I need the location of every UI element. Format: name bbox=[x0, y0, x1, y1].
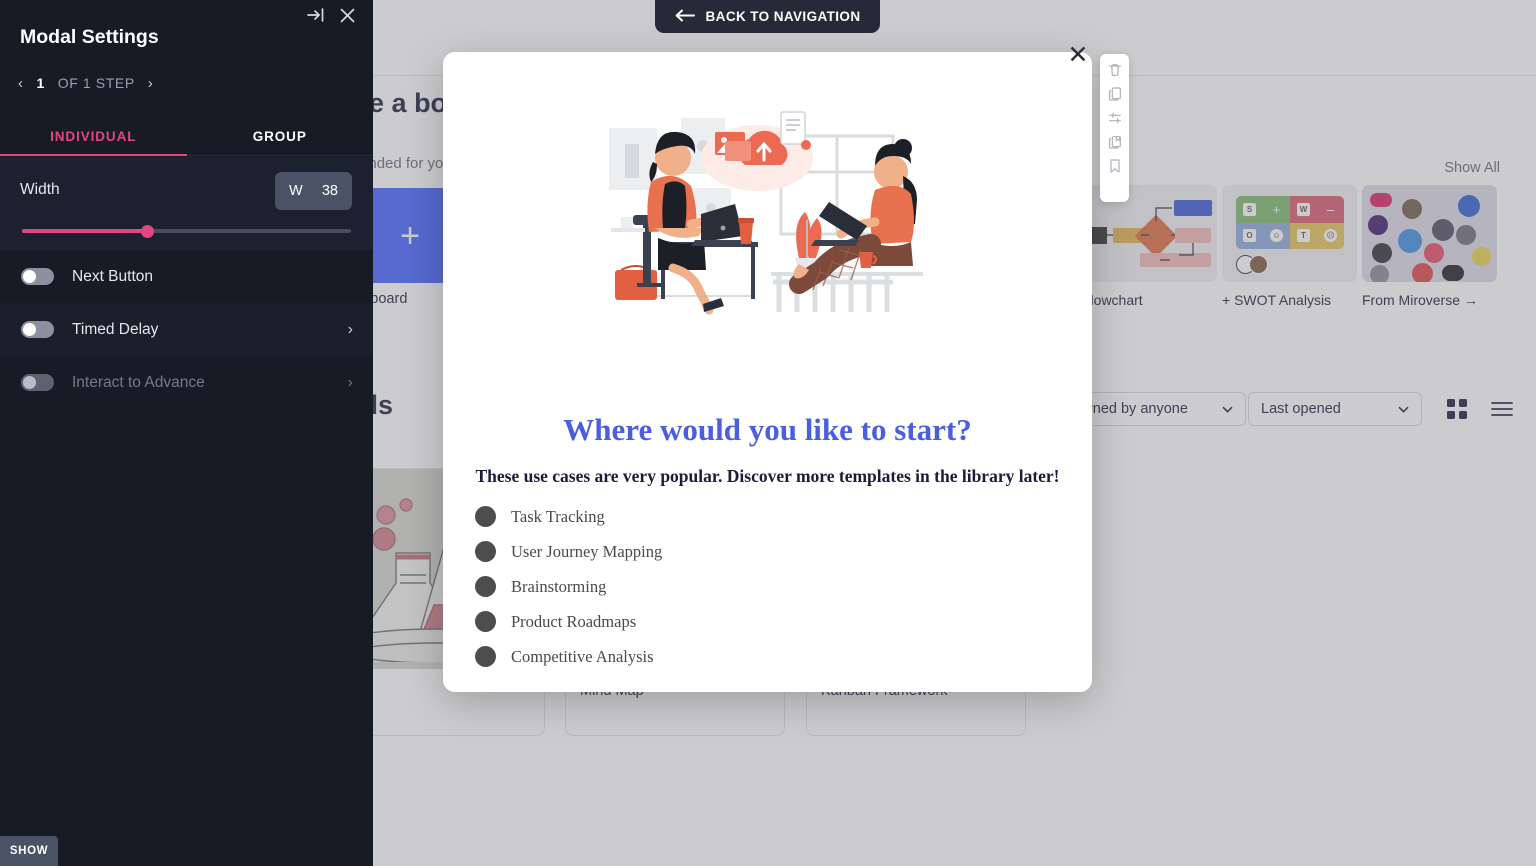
close-panel-icon[interactable] bbox=[340, 8, 357, 25]
timed-delay-toggle[interactable] bbox=[21, 321, 54, 338]
use-case-option-list: Task Tracking User Journey Mapping Brain… bbox=[475, 499, 1060, 674]
prev-step-button[interactable]: ‹ bbox=[18, 76, 24, 91]
radio-dot-icon[interactable] bbox=[475, 646, 496, 667]
use-case-label: Product Roadmaps bbox=[511, 611, 637, 631]
tab-label: INDIVIDUAL bbox=[50, 129, 137, 144]
plus-icon: + bbox=[400, 216, 420, 255]
panel-header-actions bbox=[307, 8, 357, 25]
use-case-option[interactable]: Product Roadmaps bbox=[475, 604, 1060, 639]
back-to-navigation-label: BACK TO NAVIGATION bbox=[705, 9, 861, 24]
width-unit-label: W bbox=[289, 183, 303, 199]
radio-dot-icon[interactable] bbox=[475, 506, 496, 527]
swot-grid: S + W – O ☺ T ☹ bbox=[1236, 196, 1344, 249]
width-label: Width bbox=[20, 181, 60, 198]
radio-dot-icon[interactable] bbox=[475, 611, 496, 632]
modal-heading: Where would you like to start? bbox=[563, 412, 972, 447]
width-slider[interactable] bbox=[22, 223, 351, 239]
template-caption: + SWOT Analysis bbox=[1222, 292, 1332, 308]
use-case-label: Brainstorming bbox=[511, 576, 607, 596]
width-value: 38 bbox=[321, 183, 338, 199]
swot-thumbnail: S + W – O ☺ T ☹ bbox=[1222, 185, 1357, 282]
next-button-toggle[interactable] bbox=[21, 268, 54, 285]
template-card-swot[interactable]: S + W – O ☺ T ☹ + SWOT Analysis bbox=[1222, 185, 1357, 308]
swot-cell: ☹ bbox=[1324, 229, 1337, 243]
use-case-label: Competitive Analysis bbox=[511, 646, 654, 666]
show-button[interactable]: SHOW bbox=[0, 836, 58, 866]
setting-label: Timed Delay bbox=[72, 320, 159, 338]
setting-row-timed-delay[interactable]: Timed Delay › bbox=[0, 303, 373, 356]
use-case-option[interactable]: User Journey Mapping bbox=[475, 534, 1060, 569]
bookmark-icon[interactable] bbox=[1107, 158, 1123, 174]
use-case-option[interactable]: Task Tracking bbox=[475, 499, 1060, 534]
setting-row-interact-to-advance[interactable]: Interact to Advance › bbox=[0, 356, 373, 409]
panel-title: Modal Settings bbox=[20, 26, 159, 48]
step-total-label: OF 1 STEP bbox=[57, 75, 135, 91]
filter-owner-label: Owned by anyone bbox=[1071, 401, 1188, 417]
interact-to-advance-toggle[interactable] bbox=[21, 374, 54, 391]
width-value-input[interactable]: W 38 bbox=[275, 172, 352, 210]
show-all-link[interactable]: Show All bbox=[1444, 160, 1500, 176]
setting-label: Interact to Advance bbox=[72, 373, 205, 391]
use-case-label: User Journey Mapping bbox=[511, 541, 663, 561]
use-case-option[interactable]: Competitive Analysis bbox=[475, 639, 1060, 674]
chevron-down-icon bbox=[1398, 401, 1409, 417]
list-view-icon[interactable] bbox=[1490, 400, 1514, 418]
chevron-right-icon[interactable]: › bbox=[348, 321, 353, 339]
swot-cell: – bbox=[1326, 201, 1335, 217]
swot-cell: S bbox=[1243, 202, 1256, 216]
setting-row-next-button[interactable]: Next Button bbox=[0, 250, 373, 303]
copy-icon[interactable] bbox=[1107, 86, 1123, 102]
collapse-panel-icon[interactable] bbox=[307, 8, 324, 25]
sliders-settings-icon[interactable] bbox=[1107, 110, 1123, 126]
swot-cell: + bbox=[1272, 201, 1281, 217]
radio-dot-icon[interactable] bbox=[475, 576, 496, 597]
screen-root: Search boards + Invite members Try Busin… bbox=[0, 0, 1536, 866]
slider-fill bbox=[22, 229, 148, 233]
template-caption: From Miroverse → bbox=[1362, 292, 1478, 308]
filter-sort-dropdown[interactable]: Last opened bbox=[1248, 392, 1422, 426]
trash-icon[interactable] bbox=[1107, 62, 1123, 78]
width-setting-block: Width W 38 bbox=[0, 157, 373, 252]
template-caption: Flowchart bbox=[1082, 292, 1143, 308]
grid-view-icon[interactable] bbox=[1446, 398, 1468, 420]
step-navigator: ‹ 1 OF 1 STEP › bbox=[18, 75, 153, 91]
back-to-navigation-button[interactable]: BACK TO NAVIGATION bbox=[655, 0, 880, 33]
swot-cell: O bbox=[1243, 229, 1256, 243]
element-context-toolbar bbox=[1100, 54, 1129, 202]
swot-cell: T bbox=[1297, 229, 1310, 243]
close-icon: ✕ bbox=[1067, 41, 1089, 69]
collaborator-avatars bbox=[1236, 255, 1268, 274]
tab-individual[interactable]: INDIVIDUAL bbox=[0, 118, 187, 156]
swot-cell: ☺ bbox=[1270, 229, 1283, 243]
slider-knob[interactable] bbox=[141, 225, 155, 238]
chevron-right-icon[interactable]: › bbox=[348, 374, 353, 392]
filter-sort-label: Last opened bbox=[1261, 401, 1341, 417]
current-step-number: 1 bbox=[36, 75, 45, 91]
radio-dot-icon[interactable] bbox=[475, 541, 496, 562]
setting-label: Next Button bbox=[72, 267, 153, 285]
template-card-miroverse[interactable]: From Miroverse → bbox=[1362, 185, 1497, 308]
duplicate-save-icon[interactable] bbox=[1107, 134, 1123, 150]
show-button-label: SHOW bbox=[9, 845, 49, 857]
swot-cell: W bbox=[1297, 202, 1310, 216]
modal-close-button[interactable]: ✕ bbox=[1063, 40, 1093, 70]
miroverse-thumbnail bbox=[1362, 185, 1497, 282]
tab-group[interactable]: GROUP bbox=[187, 118, 374, 155]
chevron-down-icon bbox=[1222, 401, 1233, 417]
use-case-option[interactable]: Brainstorming bbox=[475, 569, 1060, 604]
tab-label: GROUP bbox=[252, 129, 307, 144]
onboarding-modal: Where would you like to start? These use… bbox=[443, 52, 1092, 692]
next-step-button[interactable]: › bbox=[148, 76, 154, 91]
arrow-left-icon bbox=[675, 9, 695, 25]
use-case-label: Task Tracking bbox=[511, 506, 605, 526]
modal-subheading: These use cases are very popular. Discov… bbox=[475, 466, 1060, 486]
modal-settings-panel: Modal Settings ‹ 1 OF 1 STEP › INDIVIDUA… bbox=[0, 0, 373, 866]
template-card-flowchart[interactable]: Flowchart bbox=[1082, 185, 1217, 308]
panel-tabs: INDIVIDUAL GROUP bbox=[0, 118, 373, 156]
remote-work-illustration bbox=[608, 111, 923, 315]
